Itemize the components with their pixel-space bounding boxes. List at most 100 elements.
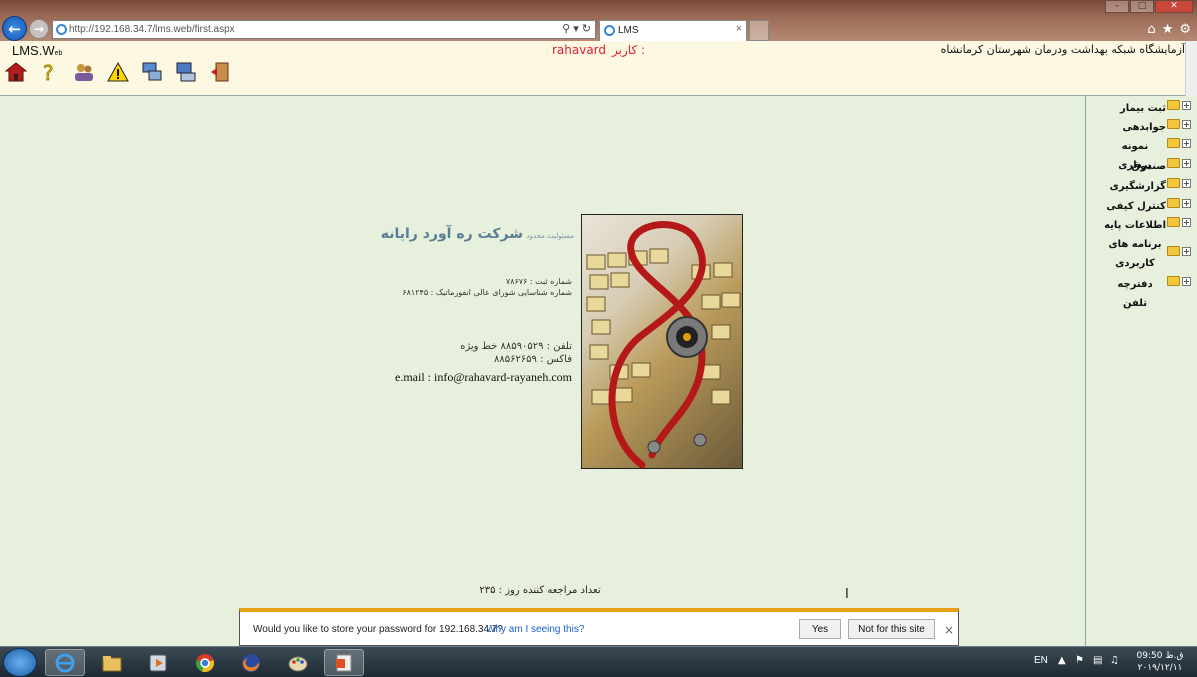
yes-button[interactable]: Yes <box>799 619 841 639</box>
folder-icon <box>102 655 122 671</box>
user-name: rahavard <box>551 43 607 57</box>
dropdown-icon[interactable]: ▾ <box>573 23 579 35</box>
firefox-icon <box>242 653 260 672</box>
taskbar-explorer[interactable] <box>92 649 132 676</box>
taskbar-firefox[interactable] <box>231 649 271 676</box>
forward-button[interactable]: → <box>29 19 49 39</box>
sidebar-item-base-info[interactable]: + اطلاعات پایه <box>1104 216 1191 235</box>
maximize-button[interactable]: □ <box>1130 0 1154 13</box>
sidebar-item-phonebook[interactable]: + دفترچه تلفن <box>1104 275 1191 313</box>
expand-icon[interactable]: + <box>1182 277 1191 286</box>
network-icon[interactable] <box>140 60 164 84</box>
sidebar-item-quality-control[interactable]: + کنترل کیفی <box>1106 197 1191 216</box>
sidebar-item-label: برنامه های کاربردی <box>1108 239 1162 269</box>
paint-icon <box>288 656 308 671</box>
clock-date: ۲۰۱۹/۱۲/۱۱ <box>1137 663 1183 673</box>
users-icon[interactable] <box>72 60 96 84</box>
phone-number: تلفن : ۸۸۵۹۰۵۲۹ خط ویژه <box>460 341 572 352</box>
exit-icon[interactable] <box>208 60 232 84</box>
minimize-button[interactable]: – <box>1105 0 1129 13</box>
folder-icon <box>1167 246 1180 256</box>
user-label: کاربر : <box>612 43 646 57</box>
sidebar-item-label: گزارشگیری <box>1109 181 1166 192</box>
informatics-id: شماره شناسایی شورای عالی انفورماتیک : ۶۸… <box>402 288 572 297</box>
address-tools[interactable]: ⚲ ▾ ↻ <box>562 22 591 35</box>
clock[interactable]: ق.ظ 09:50 ۲۰۱۹/۱۲/۱۱ <box>1132 650 1188 674</box>
arrow-left-icon: ← <box>8 19 21 38</box>
language-indicator[interactable]: EN <box>1034 655 1048 666</box>
tab-title: LMS <box>618 25 639 36</box>
expand-icon[interactable]: + <box>1182 247 1191 256</box>
close-notification-button[interactable]: × <box>944 623 954 637</box>
flag-icon[interactable]: ⚑ <box>1075 655 1084 666</box>
folder-icon <box>1167 198 1180 208</box>
computer-icon[interactable] <box>174 60 198 84</box>
window-controls: – □ ✕ <box>1104 0 1193 13</box>
password-prompt-message: Would you like to store your password fo… <box>253 624 503 635</box>
home-icon[interactable] <box>4 60 28 84</box>
folder-icon <box>1167 119 1180 129</box>
text-cursor-icon: I <box>845 587 849 602</box>
folder-icon <box>1167 276 1180 286</box>
sidebar-item-cashbox[interactable]: + صندوق <box>1131 157 1191 176</box>
new-tab-button[interactable] <box>749 20 769 41</box>
app-header: LMS.Web rahavard کاربر : آزمایشگاه شبکه ب… <box>0 41 1197 96</box>
sidebar-item-patient-registration[interactable]: + ثبت بیمار <box>1120 99 1191 118</box>
daily-visitors-count: تعداد مراجعه کننده روز : ۲۳۵ <box>479 585 601 596</box>
sidebar-item-label: جوابدهی <box>1122 122 1167 133</box>
refresh-icon[interactable]: ↻ <box>582 23 591 35</box>
back-button[interactable]: ← <box>2 16 27 41</box>
volume-icon[interactable]: ♫ <box>1110 655 1119 666</box>
expand-icon[interactable]: + <box>1182 101 1191 110</box>
folder-icon <box>1167 178 1180 188</box>
network-tray-icon[interactable]: ▤ <box>1093 655 1102 666</box>
taskbar: EN ▲ ⚑ ▤ ♫ ق.ظ 09:50 ۲۰۱۹/۱۲/۱۱ <box>0 646 1197 677</box>
expand-icon[interactable]: + <box>1182 179 1191 188</box>
folder-icon <box>1167 138 1180 148</box>
taskbar-media-player[interactable] <box>138 649 178 676</box>
expand-icon[interactable]: + <box>1182 159 1191 168</box>
taskbar-ie[interactable] <box>45 649 85 676</box>
company-name: شرکت ره آورد رایانه <box>380 226 523 242</box>
sidebar-item-results[interactable]: + جوابدهی <box>1122 118 1191 137</box>
sidebar-item-label: کنترل کیفی <box>1106 201 1166 212</box>
expand-icon[interactable]: + <box>1182 139 1191 148</box>
gear-icon[interactable]: ⚙ <box>1179 22 1191 37</box>
sidebar-menu: + ثبت بیمار + جوابدهی + نمونه برداری + صندوق… <box>1085 96 1197 646</box>
sidebar-item-label: صندوق <box>1131 161 1166 172</box>
close-window-button[interactable]: ✕ <box>1155 0 1193 13</box>
stethoscope-keyboard-image <box>581 214 743 469</box>
taskbar-paint[interactable] <box>278 649 318 676</box>
address-bar[interactable]: http://192.168.34.7/lms.web/first.aspx ⚲… <box>52 20 596 39</box>
ie-icon <box>604 25 615 36</box>
sidebar-item-label: دفترچه تلفن <box>1117 279 1153 309</box>
sidebar-item-reports[interactable]: + گزارشگیری <box>1110 177 1191 196</box>
warning-icon[interactable] <box>106 60 130 84</box>
taskbar-chrome[interactable] <box>185 649 225 676</box>
star-icon[interactable]: ★ <box>1162 22 1174 37</box>
start-button[interactable] <box>3 648 37 677</box>
header-scrollbar[interactable] <box>1185 41 1197 96</box>
ie-icon <box>56 24 67 35</box>
ie-icon <box>55 653 75 672</box>
sidebar-item-applications[interactable]: + برنامه های کاربردی <box>1104 235 1191 273</box>
home-icon[interactable]: ⌂ <box>1147 22 1155 37</box>
chrome-icon <box>195 653 215 672</box>
svg-text:?: ? <box>43 61 54 83</box>
search-icon[interactable]: ⚲ <box>562 23 570 35</box>
password-notification-bar: Would you like to store your password fo… <box>239 608 959 646</box>
help-icon[interactable]: ? <box>38 60 62 84</box>
tab-close-button[interactable]: × <box>736 23 742 35</box>
fax-number: فاکس : ۸۸۵۶۲۶۵۹ <box>493 354 572 365</box>
registration-number: شماره ثبت : ۷۸۶۷۶ <box>505 277 572 286</box>
taskbar-office[interactable] <box>324 649 364 676</box>
company-header: مسئولیت محدود شرکت ره آورد رایانه <box>380 226 576 242</box>
expand-icon[interactable]: + <box>1182 199 1191 208</box>
not-for-this-site-button[interactable]: Not for this site <box>848 619 935 639</box>
tray-arrow-icon[interactable]: ▲ <box>1058 655 1066 666</box>
why-link[interactable]: Why am I seeing this? <box>486 624 584 635</box>
folder-icon <box>1167 100 1180 110</box>
expand-icon[interactable]: + <box>1182 120 1191 129</box>
tab-lms[interactable]: LMS × <box>599 20 747 41</box>
expand-icon[interactable]: + <box>1182 218 1191 227</box>
